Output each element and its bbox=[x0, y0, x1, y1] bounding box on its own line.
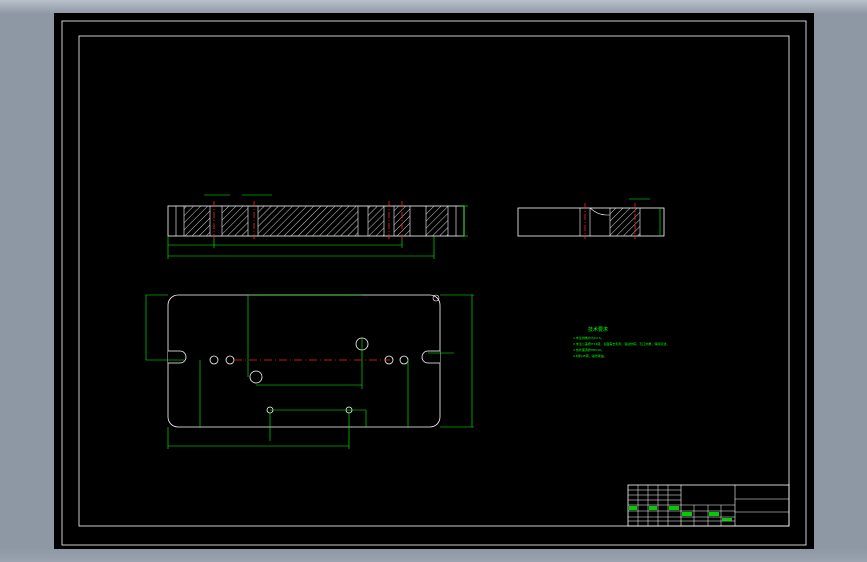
tech-req-line: 2.未注公差按IT14级，表面需去毛刺，锐边倒钝，孔口倒角，保持清洁。 bbox=[573, 341, 669, 346]
front-section-view bbox=[167, 194, 468, 259]
tech-req-line: 3.热处理调质HRC40。 bbox=[573, 347, 604, 352]
drawing-sheet[interactable]: 技术要求 1.未注倒角均为C0.5。 2.未注公差按IT14级，表面需去毛刺，锐… bbox=[54, 13, 814, 549]
title-block bbox=[627, 484, 790, 527]
tech-req-title: 技术要求 bbox=[588, 326, 608, 333]
tech-req-line: 1.未注倒角均为C0.5。 bbox=[573, 335, 604, 340]
plan-view bbox=[145, 294, 474, 449]
technical-requirements: 技术要求 1.未注倒角均为C0.5。 2.未注公差按IT14级，表面需去毛刺，锐… bbox=[573, 326, 669, 358]
drawing-canvas: 技术要求 1.未注倒角均为C0.5。 2.未注公差按IT14级，表面需去毛刺，锐… bbox=[61, 20, 807, 546]
tech-req-line: 4.材料45钢，涂防锈油。 bbox=[573, 353, 607, 358]
inner-border bbox=[78, 35, 790, 527]
outer-border bbox=[61, 20, 807, 546]
cad-viewport[interactable]: 技术要求 1.未注倒角均为C0.5。 2.未注公差按IT14级，表面需去毛刺，锐… bbox=[0, 0, 867, 562]
side-section-view bbox=[517, 198, 665, 239]
